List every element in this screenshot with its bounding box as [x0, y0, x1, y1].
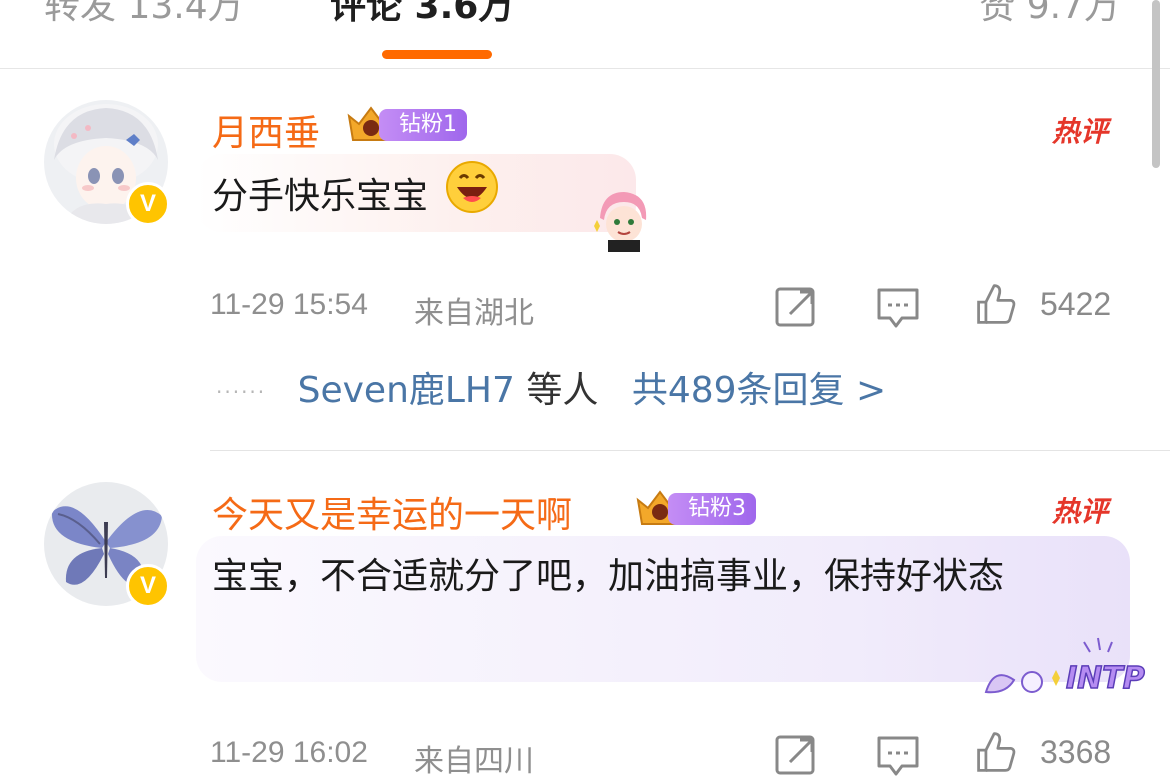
- comment-icon[interactable]: [876, 286, 920, 330]
- grinning-face-icon: [445, 160, 499, 236]
- tab-repost[interactable]: 转发 13.4万: [44, 0, 244, 32]
- anime-girl-sticker-icon: [590, 188, 654, 256]
- fan-level-label: 钻粉3: [668, 493, 756, 525]
- verified-v-icon: V: [126, 564, 170, 608]
- reply-count-link[interactable]: 共489条回复 >: [632, 370, 886, 411]
- hot-comment-label: 热评: [1052, 495, 1109, 528]
- reply-summary[interactable]: ······ Seven鹿LH7 等人 共489条回复 >: [216, 368, 886, 415]
- thumbs-up-icon[interactable]: [974, 730, 1018, 774]
- thumbs-up-icon[interactable]: [974, 282, 1018, 326]
- tab-like[interactable]: 赞 9.7万: [979, 0, 1120, 32]
- repost-icon[interactable]: [774, 286, 818, 330]
- comment-icon[interactable]: [876, 734, 920, 778]
- comment-location: 来自湖北: [414, 297, 534, 330]
- repost-icon[interactable]: [774, 734, 818, 778]
- comment-location: 来自四川: [414, 745, 534, 778]
- comment-body: 分手快乐宝宝: [212, 176, 429, 217]
- avatar[interactable]: V: [44, 100, 170, 226]
- scrollbar[interactable]: [1152, 0, 1160, 168]
- verified-v-icon: V: [126, 182, 170, 226]
- avatar[interactable]: V: [44, 482, 170, 608]
- tab-comment[interactable]: 评论 3.6万: [330, 0, 514, 32]
- comment-divider: [210, 450, 1170, 451]
- reply-usernames[interactable]: Seven鹿LH7: [298, 370, 515, 411]
- like-count: 5422: [1040, 286, 1112, 322]
- active-tab-indicator: [382, 50, 492, 59]
- hot-comment-label: 热评: [1052, 115, 1109, 148]
- svg-text:INTP: INTP: [1066, 661, 1145, 696]
- comment-text: 分手快乐宝宝: [212, 160, 499, 236]
- username[interactable]: 今天又是幸运的一天啊: [212, 486, 572, 538]
- reply-dots: ······: [216, 380, 267, 404]
- username[interactable]: 月西垂: [212, 104, 320, 156]
- fan-level-label: 钻粉1: [379, 109, 467, 141]
- intp-sticker-icon: INTP: [980, 634, 1150, 708]
- comment-time: 11-29 15:54: [210, 288, 368, 321]
- like-count: 3368: [1040, 734, 1112, 770]
- reply-others-label: 等人: [526, 370, 599, 411]
- comment-text: 宝宝，不合适就分了吧，加油搞事业，保持好状态: [212, 556, 1005, 597]
- comment-tab-bar: 转发 13.4万 评论 3.6万 赞 9.7万: [0, 0, 1170, 69]
- comment-time: 11-29 16:02: [210, 736, 368, 769]
